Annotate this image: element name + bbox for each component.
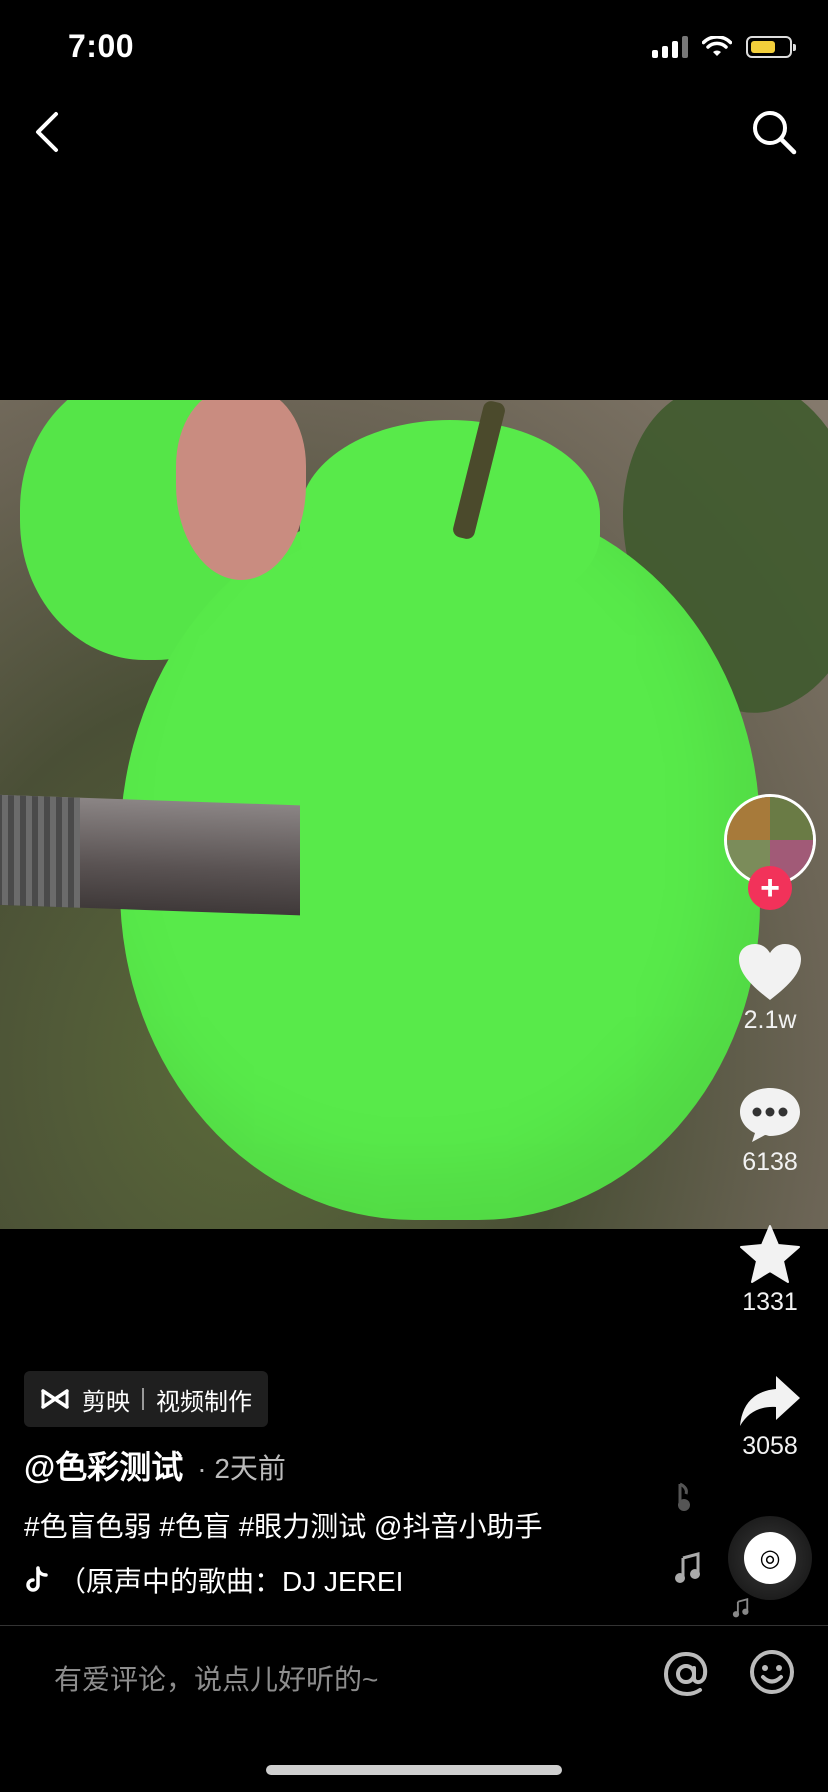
favorite-button[interactable]: 1331	[718, 1224, 822, 1317]
status-icons	[652, 36, 796, 58]
music-row[interactable]: （原声中的歌曲：DJ JEREI	[24, 1560, 434, 1600]
music-note-icon	[732, 1598, 749, 1618]
battery-icon	[746, 36, 796, 58]
search-icon[interactable]	[748, 106, 800, 158]
capcut-badge[interactable]: 剪映 视频制作	[24, 1371, 268, 1427]
at-icon[interactable]	[660, 1648, 712, 1700]
emoji-icon[interactable]	[748, 1648, 796, 1696]
home-indicator[interactable]	[266, 1765, 562, 1775]
capcut-label: 视频制作	[156, 1388, 252, 1416]
author-avatar[interactable]: +	[724, 794, 816, 910]
comment-count: 6138	[742, 1148, 798, 1176]
comment-bar: 有爱评论，说点儿好听的~	[0, 1625, 828, 1730]
comment-input[interactable]: 有爱评论，说点儿好听的~	[54, 1658, 378, 1698]
capcut-icon	[41, 1389, 69, 1409]
status-time: 7:00	[68, 28, 135, 64]
signal-icon	[652, 36, 688, 58]
wifi-icon	[702, 36, 732, 56]
comment-button[interactable]: 6138	[718, 1084, 822, 1177]
video-fruit-top	[300, 420, 600, 610]
share-icon	[740, 1376, 800, 1426]
author-row: @色彩测试 · 2天前	[24, 1442, 286, 1488]
post-caption[interactable]: #色盲色弱 #色盲 #眼力测试 @抖音小助手	[24, 1505, 542, 1545]
capcut-app-name: 剪映	[82, 1388, 130, 1416]
share-button[interactable]: 3058	[718, 1374, 822, 1461]
video-knife	[0, 794, 300, 916]
like-button[interactable]: 2.1w	[718, 942, 822, 1035]
like-count: 2.1w	[743, 1006, 797, 1034]
star-icon	[740, 1225, 800, 1283]
back-icon[interactable]	[28, 108, 68, 156]
music-note-icon	[678, 1482, 690, 1511]
favorite-count: 1331	[742, 1288, 798, 1316]
tiktok-icon	[26, 1566, 48, 1592]
share-count: 3058	[742, 1432, 798, 1460]
music-disc-cover: ◎	[744, 1532, 796, 1584]
post-time: · 2天前	[197, 1453, 286, 1484]
music-disc[interactable]: ◎	[728, 1516, 812, 1600]
comment-icon	[740, 1088, 800, 1142]
video-player[interactable]	[0, 400, 828, 1229]
follow-button[interactable]: +	[748, 866, 792, 910]
music-note-icon	[675, 1552, 700, 1583]
heart-icon	[739, 944, 801, 1000]
author-username[interactable]: @色彩测试	[24, 1442, 183, 1488]
music-title: （原声中的歌曲：DJ JEREI	[58, 1566, 404, 1597]
capcut-separator	[142, 1388, 144, 1410]
